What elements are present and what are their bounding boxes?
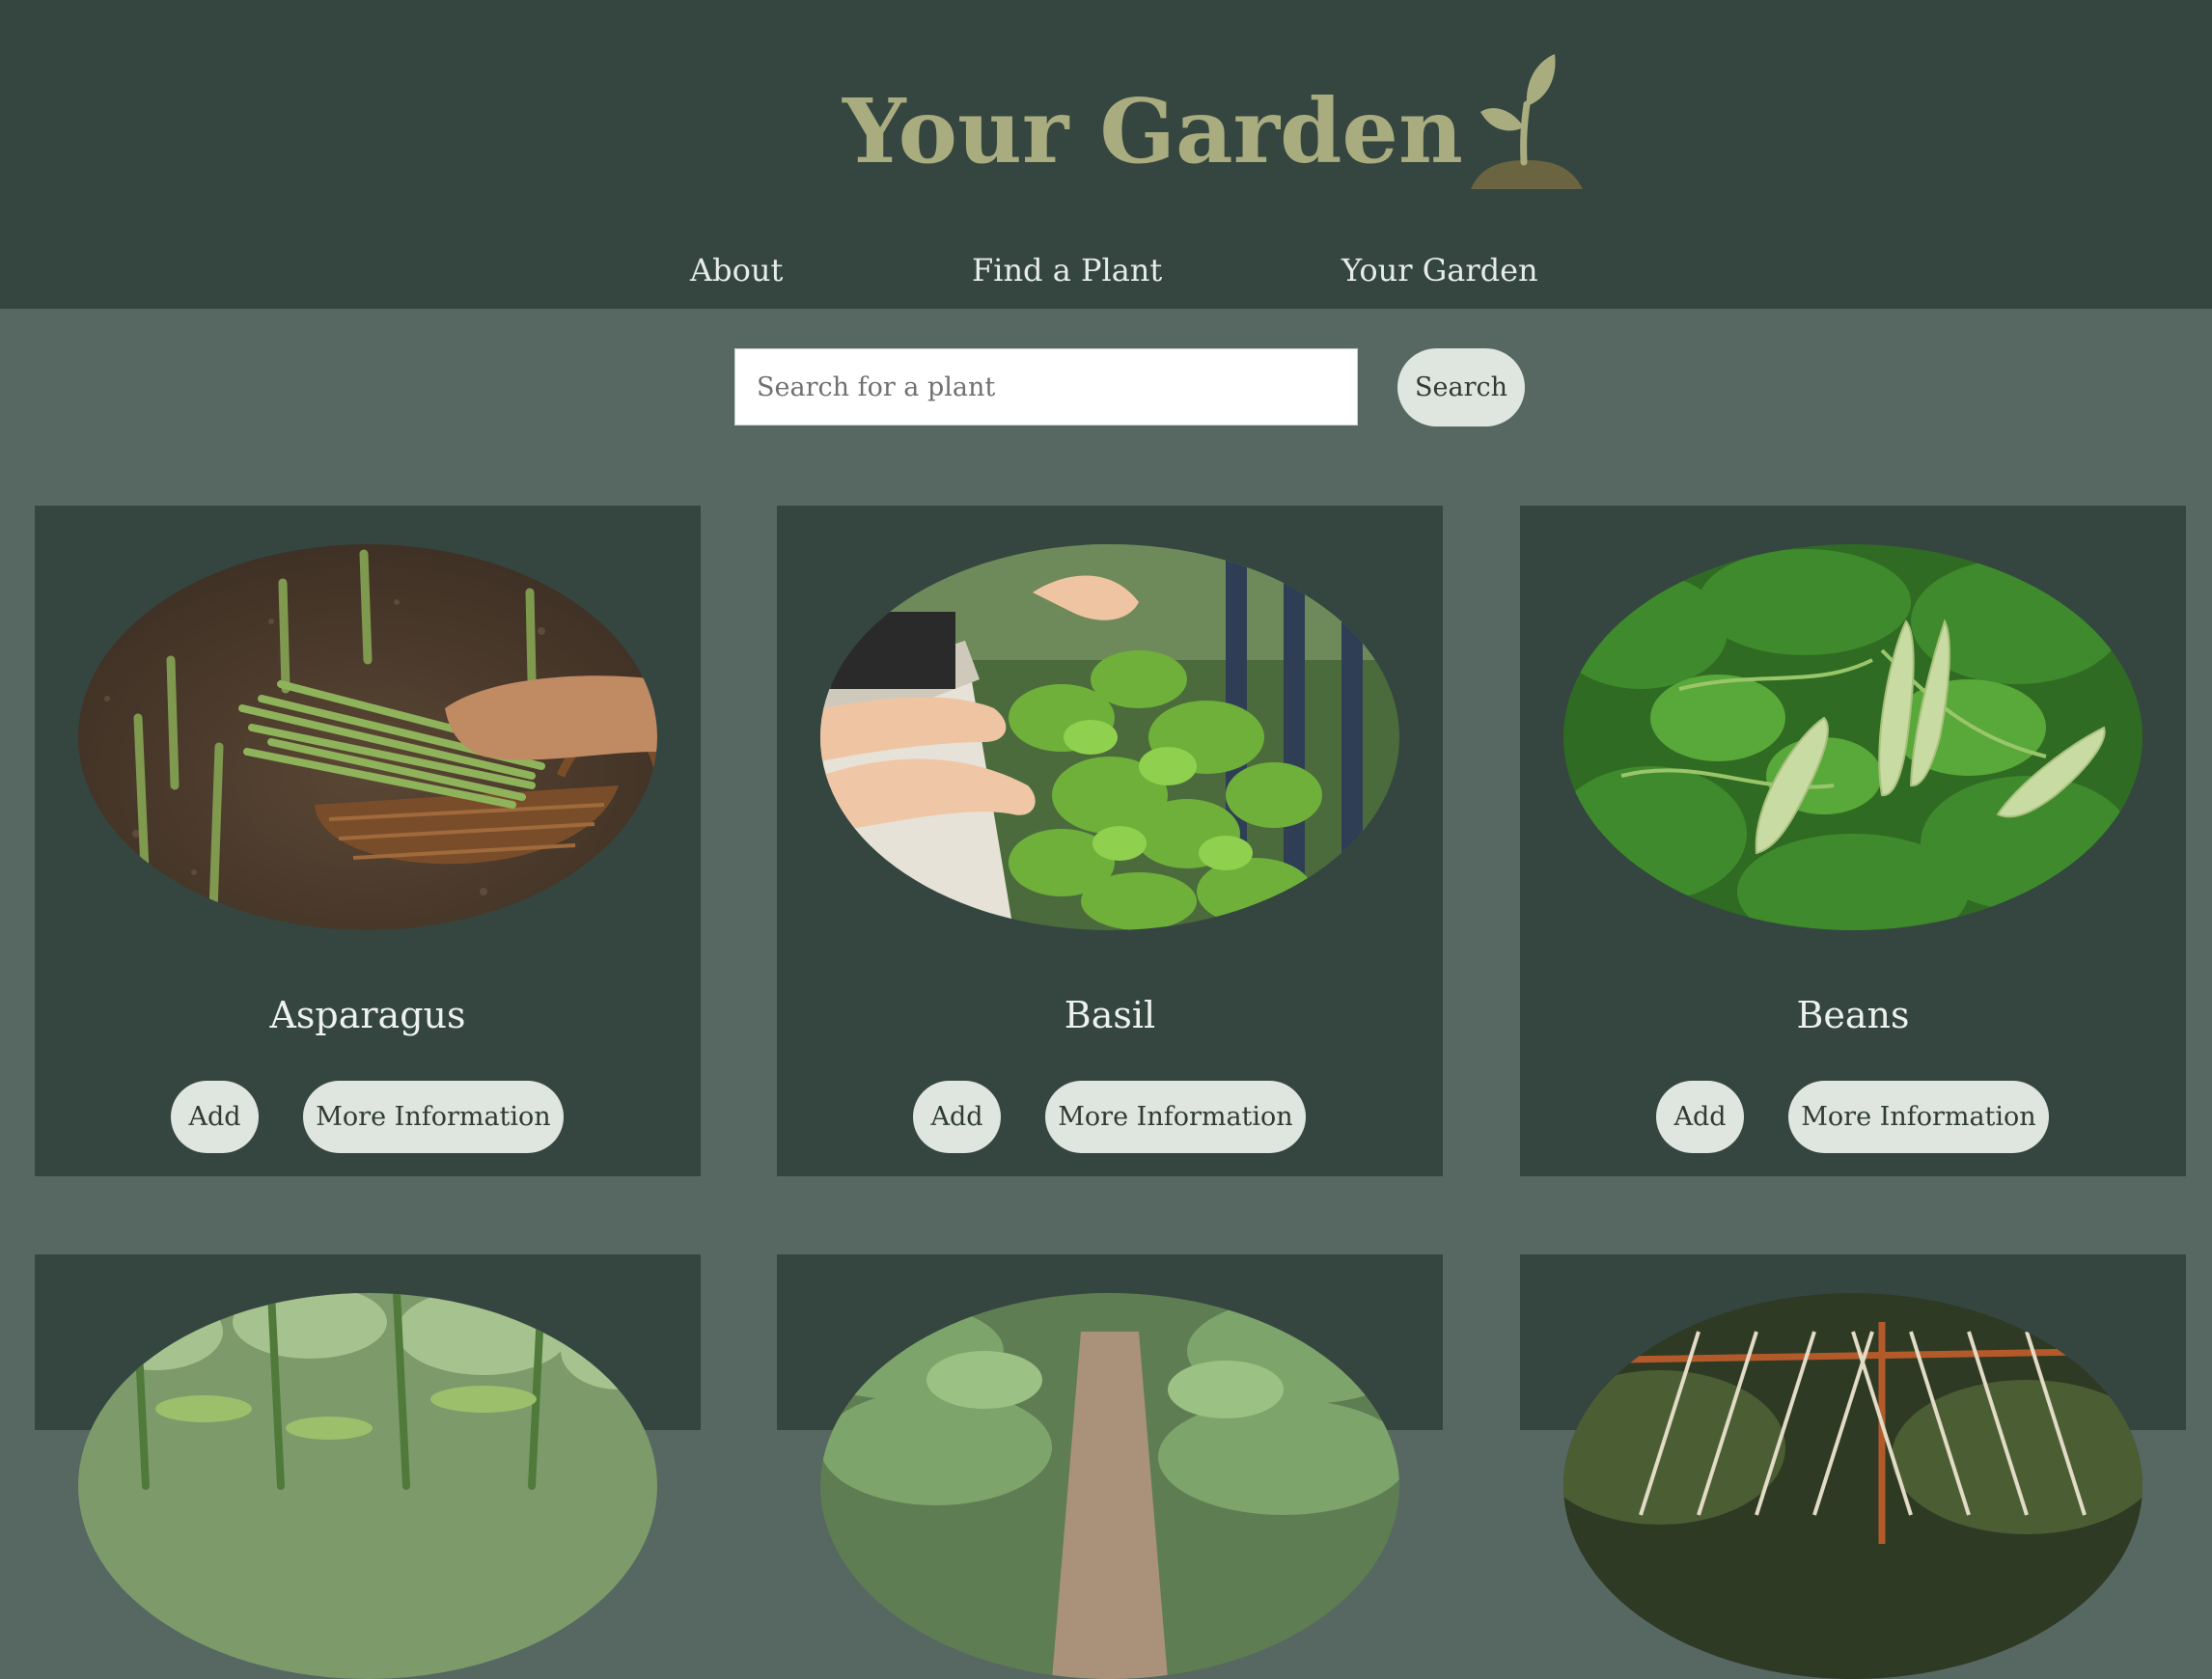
add-button[interactable]: Add: [913, 1081, 1001, 1153]
nav-about[interactable]: About: [690, 245, 783, 295]
plant-name: Asparagus: [269, 994, 466, 1036]
site-title: Your Garden: [843, 79, 1463, 183]
more-information-button[interactable]: More Information: [1788, 1081, 2049, 1153]
plant-card: [777, 1254, 1443, 1679]
add-button[interactable]: Add: [1656, 1081, 1744, 1153]
plant-card-asparagus: Asparagus Add More Information: [35, 506, 701, 1176]
plant-photo-beans: [1563, 544, 2143, 930]
brand[interactable]: Your Garden: [843, 48, 1589, 193]
nav-your-garden[interactable]: Your Garden: [1341, 245, 1538, 295]
more-information-button[interactable]: More Information: [303, 1081, 564, 1153]
plant-card-beans: Beans Add More Information: [1520, 506, 2186, 1176]
plant-card: [35, 1254, 701, 1679]
add-button[interactable]: Add: [171, 1081, 259, 1153]
search-button[interactable]: Search: [1397, 348, 1525, 427]
plant-name: Beans: [1796, 994, 1910, 1036]
sprout-icon: [1470, 54, 1583, 189]
plant-name: Basil: [1064, 994, 1156, 1036]
plant-photo: [78, 1293, 657, 1679]
more-information-button[interactable]: More Information: [1045, 1081, 1306, 1153]
site-header: Your Garden About Find a Plant Your Gard…: [0, 0, 2212, 309]
search-input[interactable]: [734, 348, 1358, 426]
plant-photo: [1563, 1293, 2143, 1679]
plant-photo-asparagus: [78, 544, 657, 930]
plant-photo-basil: [820, 544, 1399, 930]
plant-card-basil: Basil Add More Information: [777, 506, 1443, 1176]
nav-find-a-plant[interactable]: Find a Plant: [972, 245, 1162, 295]
plant-card: [1520, 1254, 2186, 1679]
plant-photo: [820, 1293, 1399, 1679]
